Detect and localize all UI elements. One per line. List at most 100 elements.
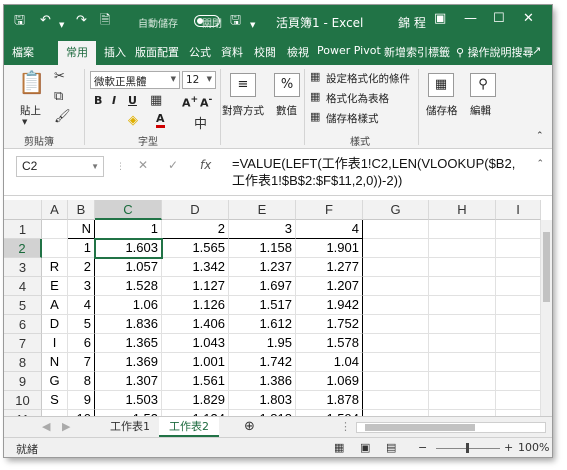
name-box[interactable]: C2 ▼ xyxy=(16,156,104,177)
cell-d3[interactable]: 1.342 xyxy=(162,258,229,277)
cell-i3[interactable] xyxy=(496,258,541,277)
cell-a1[interactable] xyxy=(42,220,68,239)
italic-button[interactable]: I xyxy=(112,94,116,107)
cell-a8[interactable]: N xyxy=(42,353,68,372)
cell-f10[interactable]: 1.878 xyxy=(296,391,363,410)
conditional-format-button[interactable]: 設定格式化的條件 xyxy=(326,71,410,86)
undo-dropdown-icon[interactable]: ▼ xyxy=(59,17,64,33)
cell-c9[interactable]: 1.307 xyxy=(95,372,162,391)
column-header-c[interactable]: C xyxy=(95,200,162,220)
bold-button[interactable]: B xyxy=(94,94,102,107)
cell-g3[interactable] xyxy=(363,258,429,277)
cells-icon[interactable]: ▦ xyxy=(428,73,454,97)
customize-qat-icon[interactable]: ▼ xyxy=(250,17,255,33)
paste-dropdown-icon[interactable]: ▼ xyxy=(22,118,27,126)
tab-power-pivot[interactable]: Power Pivot xyxy=(317,44,381,57)
cell-e7[interactable]: 1.95 xyxy=(229,334,296,353)
cell-e1[interactable]: 3 xyxy=(229,220,296,239)
cell-d7[interactable]: 1.043 xyxy=(162,334,229,353)
user-name[interactable]: 錦 程 xyxy=(398,14,426,31)
cell-e2[interactable]: 1.158 xyxy=(229,239,296,258)
page-layout-view-icon[interactable]: ▣ xyxy=(360,441,370,454)
cell-c6[interactable]: 1.836 xyxy=(95,315,162,334)
cell-i8[interactable] xyxy=(496,353,541,372)
cell-b2[interactable]: 1 xyxy=(68,239,95,258)
row-header-2[interactable]: 2 xyxy=(4,239,42,258)
paste-label[interactable]: 貼上 xyxy=(20,103,41,118)
cell-a10[interactable]: S xyxy=(42,391,68,410)
sheet-tab-1[interactable]: 工作表1 xyxy=(100,417,160,437)
column-header-g[interactable]: G xyxy=(363,200,429,220)
horizontal-scrollbar[interactable] xyxy=(356,422,546,433)
zoom-in-icon[interactable]: + xyxy=(504,441,513,454)
cell-i2[interactable] xyxy=(496,239,541,258)
find-icon[interactable]: ⚲ xyxy=(470,73,496,97)
more-icon[interactable]: ⋮ xyxy=(116,162,125,172)
font-size-combo[interactable]: 12 ▼ xyxy=(182,71,216,89)
conditional-format-icon[interactable]: ▦ xyxy=(310,70,320,83)
cut-icon[interactable]: ✂ xyxy=(54,69,65,84)
cell-d1[interactable]: 2 xyxy=(162,220,229,239)
format-table-icon[interactable]: ▦ xyxy=(310,90,320,103)
cell-h1[interactable] xyxy=(429,220,496,239)
increase-font-button[interactable]: A+ xyxy=(182,94,198,110)
tab-view[interactable]: 檢視 xyxy=(287,44,309,60)
cell-d6[interactable]: 1.406 xyxy=(162,315,229,334)
row-header-5[interactable]: 5 xyxy=(4,296,42,315)
cell-b8[interactable]: 7 xyxy=(68,353,95,372)
cell-i10[interactable] xyxy=(496,391,541,410)
cells-label[interactable]: 儲存格 xyxy=(426,103,458,118)
cell-h2[interactable] xyxy=(429,239,496,258)
cell-h9[interactable] xyxy=(429,372,496,391)
cell-e10[interactable]: 1.803 xyxy=(229,391,296,410)
tab-home[interactable]: 常用 xyxy=(58,41,96,65)
column-header-h[interactable]: H xyxy=(429,200,496,220)
cell-b7[interactable]: 6 xyxy=(68,334,95,353)
cell-e5[interactable]: 1.517 xyxy=(229,296,296,315)
cell-b6[interactable]: 5 xyxy=(68,315,95,334)
cell-d8[interactable]: 1.001 xyxy=(162,353,229,372)
format-table-button[interactable]: 格式化為表格 xyxy=(326,91,389,106)
formula-input[interactable]: =VALUE(LEFT(工作表1!C2,LEN(VLOOKUP($B2, 工作表… xyxy=(232,155,532,189)
cell-c3[interactable]: 1.057 xyxy=(95,258,162,277)
cell-i6[interactable] xyxy=(496,315,541,334)
row-header-6[interactable]: 6 xyxy=(4,315,42,334)
cell-d5[interactable]: 1.126 xyxy=(162,296,229,315)
cell-h6[interactable] xyxy=(429,315,496,334)
zoom-level[interactable]: 100% xyxy=(518,441,549,454)
cell-g8[interactable] xyxy=(363,353,429,372)
collapse-formula-icon[interactable]: ⌃ xyxy=(536,159,544,169)
tab-file[interactable]: 檔案 xyxy=(12,44,34,60)
cell-b4[interactable]: 3 xyxy=(68,277,95,296)
row-header-8[interactable]: 8 xyxy=(4,353,42,372)
alignment-icon[interactable]: ≡ xyxy=(230,73,256,97)
cell-g7[interactable] xyxy=(363,334,429,353)
borders-icon[interactable]: ▦ xyxy=(150,93,162,108)
redo-icon[interactable]: ↷ xyxy=(76,13,87,29)
close-icon[interactable]: ✕ xyxy=(523,11,534,26)
cell-e9[interactable]: 1.386 xyxy=(229,372,296,391)
cell-f1[interactable]: 4 xyxy=(296,220,363,239)
cell-h3[interactable] xyxy=(429,258,496,277)
tab-insert[interactable]: 插入 xyxy=(104,44,126,60)
tab-custom[interactable]: 新增索引標籤 xyxy=(384,44,450,60)
column-header-f[interactable]: F xyxy=(296,200,363,220)
cell-b5[interactable]: 4 xyxy=(68,296,95,315)
cell-c4[interactable]: 1.528 xyxy=(95,277,162,296)
cell-c2[interactable]: 1.603 xyxy=(95,239,162,258)
page-break-view-icon[interactable]: ▤ xyxy=(386,441,396,454)
cell-g1[interactable] xyxy=(363,220,429,239)
cancel-formula-icon[interactable]: ✕ xyxy=(138,158,148,172)
vertical-scroll-thumb[interactable] xyxy=(543,232,550,302)
cell-g9[interactable] xyxy=(363,372,429,391)
cell-a4[interactable]: E xyxy=(42,277,68,296)
cell-f9[interactable]: 1.069 xyxy=(296,372,363,391)
select-all-corner[interactable] xyxy=(4,200,42,220)
sheet-tab-2[interactable]: 工作表2 xyxy=(159,417,219,437)
cell-c5[interactable]: 1.06 xyxy=(95,296,162,315)
undo-icon[interactable]: ↶ xyxy=(40,13,51,29)
column-header-e[interactable]: E xyxy=(229,200,296,220)
column-header-a[interactable]: A xyxy=(42,200,68,220)
editing-label[interactable]: 編輯 xyxy=(470,103,491,118)
paste-icon[interactable]: 📋 xyxy=(18,71,45,96)
